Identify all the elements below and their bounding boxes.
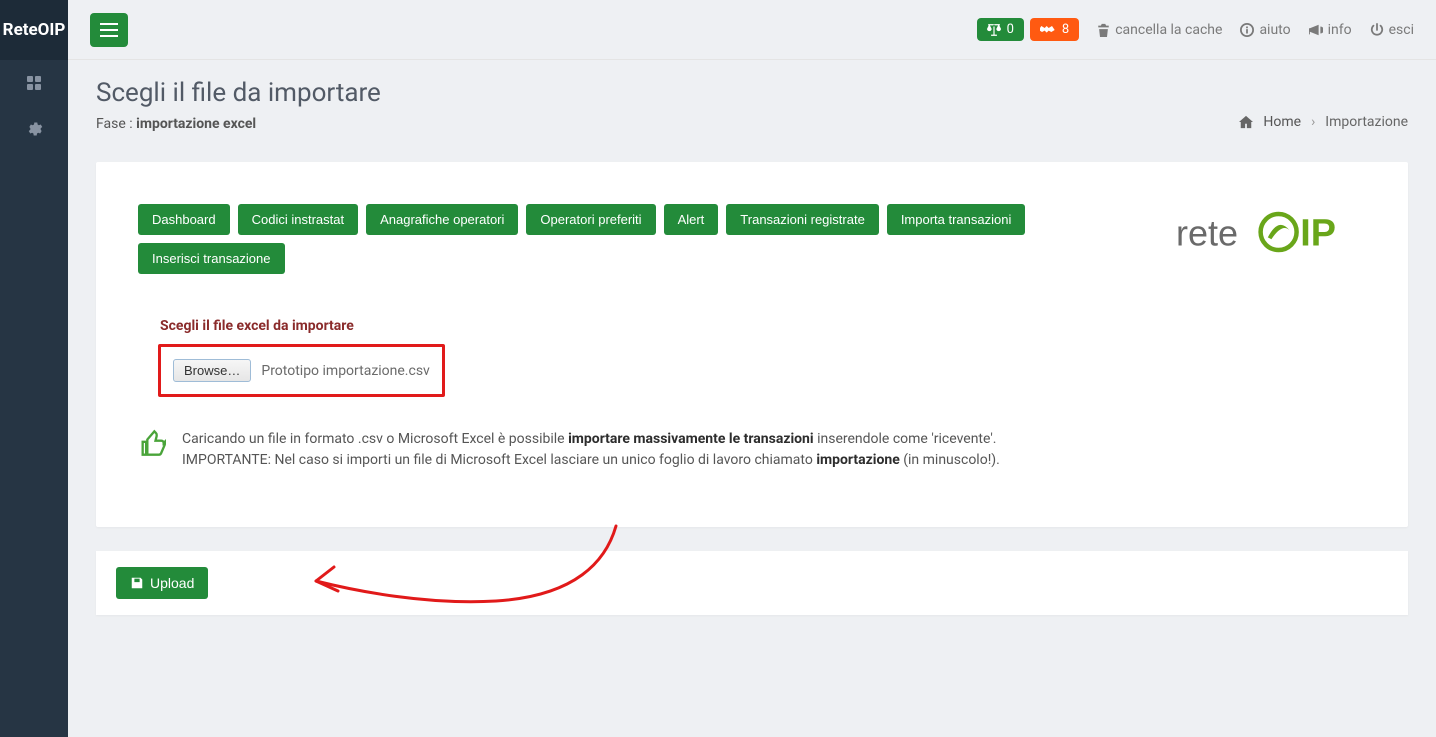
breadcrumb: Home › Importazione <box>1239 78 1408 130</box>
tab-dashboard[interactable]: Dashboard <box>138 204 230 235</box>
sidebar-item-dashboard[interactable] <box>0 60 68 106</box>
clear-cache-link[interactable]: cancella la cache <box>1097 22 1222 38</box>
info-label: info <box>1328 22 1352 38</box>
breadcrumb-current: Importazione <box>1325 114 1408 130</box>
upload-label: Upload <box>150 575 194 591</box>
selected-file-name: Prototipo importazione.csv <box>261 363 429 379</box>
balance-badge[interactable]: 0 <box>977 18 1024 41</box>
svg-text:rete: rete <box>1176 213 1238 254</box>
logout-label: esci <box>1389 22 1414 38</box>
topbar: 0 8 cancella la cache aiuto info esci <box>68 0 1436 60</box>
gears-icon <box>25 120 43 138</box>
upload-button[interactable]: Upload <box>116 567 208 599</box>
tab-operatori-preferiti[interactable]: Operatori preferiti <box>526 204 655 235</box>
sidebar-item-settings[interactable] <box>0 106 68 152</box>
tab-anagrafiche-operatori[interactable]: Anagrafiche operatori <box>366 204 518 235</box>
browse-button[interactable]: Browse… <box>173 359 251 382</box>
main-content: Scegli il file da importare Fase : impor… <box>68 0 1436 615</box>
grid-icon <box>26 75 42 91</box>
status-badges: 0 8 <box>977 18 1080 41</box>
trash-icon <box>1097 23 1110 37</box>
chevron-right-icon: › <box>1311 114 1315 130</box>
hint-text: Caricando un file in formato .csv o Micr… <box>182 429 1000 471</box>
scale-icon <box>987 23 1001 37</box>
page-header: Scegli il file da importare Fase : impor… <box>68 60 1436 146</box>
hint-line2-c: (in minuscolo!). <box>900 452 1000 468</box>
logo: rete IP <box>1176 204 1366 264</box>
menu-toggle-button[interactable] <box>90 13 128 47</box>
balance-count: 0 <box>1007 22 1014 37</box>
sidebar: ReteOIP <box>0 0 68 737</box>
info-link[interactable]: info <box>1309 22 1352 38</box>
save-icon <box>130 576 144 590</box>
logout-link[interactable]: esci <box>1370 22 1414 38</box>
breadcrumb-home[interactable]: Home <box>1263 114 1301 130</box>
help-link[interactable]: aiuto <box>1240 22 1290 38</box>
tab-transazioni-registrate[interactable]: Transazioni registrate <box>726 204 879 235</box>
handshake-count: 8 <box>1062 22 1069 37</box>
tab-alert[interactable]: Alert <box>664 204 719 235</box>
hint-line1-b: importare massivamente le transazioni <box>568 431 814 447</box>
thumbs-up-icon <box>138 429 166 461</box>
handshake-icon <box>1040 23 1056 37</box>
nav-tabs: Dashboard Codici instrastat Anagrafiche … <box>138 204 1146 274</box>
tab-importa-transazioni[interactable]: Importa transazioni <box>887 204 1026 235</box>
home-icon <box>1239 115 1253 129</box>
list-icon <box>100 23 118 37</box>
reteoip-logo: rete IP <box>1176 204 1356 260</box>
content-panel: Dashboard Codici instrastat Anagrafiche … <box>96 162 1408 527</box>
phase-prefix: Fase : <box>96 116 136 132</box>
svg-text:IP: IP <box>1300 213 1336 255</box>
hint-line1-a: Caricando un file in formato .csv o Micr… <box>182 431 568 447</box>
help-label: aiuto <box>1259 22 1290 38</box>
hint-line1-c: inserendole come 'ricevente'. <box>814 431 997 447</box>
file-input-highlight: Browse… Prototipo importazione.csv <box>158 344 445 397</box>
hint-line2-a: IMPORTANTE: Nel caso si importi un file … <box>182 452 816 468</box>
tab-inserisci-transazione[interactable]: Inserisci transazione <box>138 243 285 274</box>
brand-name: ReteOIP <box>0 0 68 60</box>
clear-cache-label: cancella la cache <box>1115 22 1222 38</box>
file-field-label: Scegli il file excel da importare <box>160 318 1366 334</box>
tab-codici-instrastat[interactable]: Codici instrastat <box>238 204 358 235</box>
upload-panel: Upload <box>96 551 1408 615</box>
phase-value: importazione excel <box>136 116 256 132</box>
bullhorn-icon <box>1309 23 1323 37</box>
phase-line: Fase : importazione excel <box>96 116 381 132</box>
hint-line2-b: importazione <box>816 452 899 468</box>
page-title: Scegli il file da importare <box>96 78 381 108</box>
annotation-arrow <box>296 521 636 631</box>
info-circle-icon <box>1240 23 1254 37</box>
handshake-badge[interactable]: 8 <box>1030 18 1079 41</box>
power-icon <box>1370 23 1384 37</box>
hint-row: Caricando un file in formato .csv o Micr… <box>138 429 1366 471</box>
